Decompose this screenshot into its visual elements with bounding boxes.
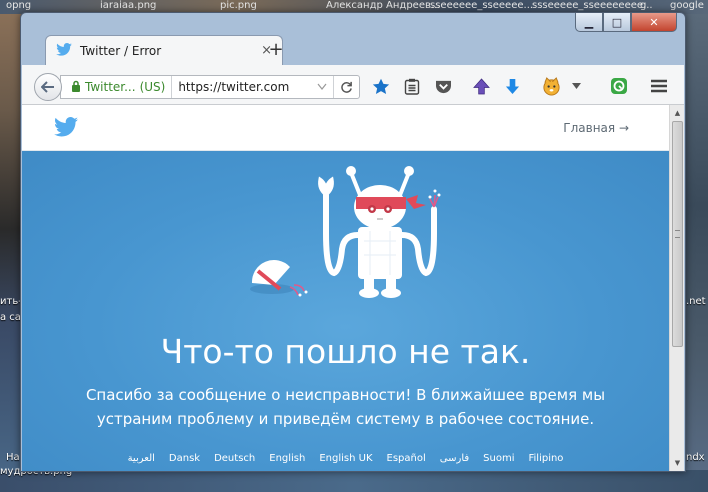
- desktop-file-label[interactable]: sseeeeee_sseeeee...: [430, 0, 533, 11]
- desktop-file-label[interactable]: .net: [686, 296, 706, 307]
- language-link[interactable]: العربية: [128, 453, 155, 464]
- url-bar[interactable]: Twitter... (US) https://twitter.com: [60, 75, 360, 99]
- reading-list-icon[interactable]: [401, 76, 423, 96]
- history-dropdown-icon[interactable]: [311, 82, 333, 93]
- desktop-bottom-edge: [0, 470, 708, 492]
- desktop-file-label[interactable]: google: [670, 0, 704, 11]
- language-link[interactable]: Español: [387, 453, 426, 464]
- language-link[interactable]: فارسی: [440, 453, 469, 464]
- new-tab-button[interactable]: +: [265, 39, 287, 60]
- page-header: Главная →: [22, 105, 669, 151]
- desktop-file-label[interactable]: opng: [6, 0, 31, 11]
- reload-icon[interactable]: [333, 76, 359, 98]
- desktop-file-label[interactable]: ndx: [686, 452, 705, 463]
- green-addon-icon[interactable]: [608, 76, 630, 96]
- desktop-left-edge: [0, 14, 22, 492]
- minimize-button[interactable]: ▁: [575, 13, 603, 32]
- scroll-down-icon[interactable]: ▼: [670, 455, 685, 471]
- twitter-bird-icon: [56, 41, 72, 60]
- language-link[interactable]: Suomi: [483, 453, 514, 464]
- desktop-file-label[interactable]: g: [640, 0, 646, 11]
- error-title: Что-то пошло не так.: [160, 332, 531, 371]
- desktop-file-label[interactable]: На: [6, 452, 20, 463]
- page-content: Главная → Что-то пошло не так. Спасибо з…: [22, 105, 669, 471]
- site-identity-button[interactable]: Twitter... (US): [61, 76, 173, 98]
- identity-country: (US): [139, 80, 166, 94]
- fallen-robot-head: [250, 260, 308, 297]
- maximize-button[interactable]: □: [603, 13, 631, 32]
- desktop-file-label[interactable]: ssseeeee_sseeeeeeee...: [532, 0, 653, 11]
- window-controls: ▁ □ ✕: [575, 13, 677, 33]
- language-link[interactable]: English UK: [319, 453, 372, 464]
- desktop-file-label[interactable]: pic.png: [220, 0, 257, 11]
- vertical-scrollbar[interactable]: ▲ ▼: [669, 105, 684, 471]
- desktop-file-label[interactable]: iaraiaa.png: [100, 0, 156, 11]
- lock-icon: [71, 80, 81, 95]
- language-link[interactable]: Dansk: [169, 453, 200, 464]
- broken-robot-illustration: [250, 166, 441, 298]
- tab-twitter-error[interactable]: Twitter / Error ×: [45, 35, 283, 65]
- scrollbar-thumb[interactable]: [672, 121, 683, 347]
- browser-window: ▁ □ ✕ Twitter / Error × + Twitter... (US…: [20, 12, 686, 472]
- error-hero: Что-то пошло не так. Спасибо за сообщени…: [22, 151, 669, 471]
- scrollbar-grip: [675, 230, 680, 238]
- upload-arrow-icon[interactable]: [470, 76, 492, 96]
- twitter-logo-icon[interactable]: [54, 117, 78, 141]
- navigation-toolbar: Twitter... (US) https://twitter.com: [22, 65, 684, 105]
- dropdown-icon[interactable]: [565, 76, 587, 96]
- desktop-file-label[interactable]: Александр Андреев...: [326, 0, 440, 11]
- close-window-button[interactable]: ✕: [631, 13, 677, 32]
- fox-addon-icon[interactable]: [540, 76, 562, 96]
- back-button[interactable]: [34, 73, 62, 101]
- download-arrow-icon[interactable]: [501, 76, 523, 96]
- language-list: العربية Dansk Deutsch English English UK…: [22, 453, 669, 464]
- back-icon: [41, 81, 54, 93]
- identity-label: Twitter...: [85, 80, 136, 94]
- scroll-up-icon[interactable]: ▲: [670, 105, 685, 121]
- star-icon[interactable]: [370, 76, 392, 96]
- error-message: Спасибо за сообщение о неисправности! В …: [85, 386, 606, 428]
- desktop-right-edge: [684, 14, 708, 492]
- url-input[interactable]: https://twitter.com: [172, 80, 311, 94]
- menu-icon[interactable]: [648, 76, 670, 96]
- language-link[interactable]: English: [269, 453, 305, 464]
- pocket-icon[interactable]: [432, 76, 454, 96]
- desktop-file-label[interactable]: а са: [0, 312, 21, 323]
- language-link[interactable]: Filipino: [528, 453, 563, 464]
- tab-title: Twitter / Error: [80, 43, 162, 58]
- language-link[interactable]: Deutsch: [214, 453, 255, 464]
- home-link[interactable]: Главная →: [563, 121, 629, 135]
